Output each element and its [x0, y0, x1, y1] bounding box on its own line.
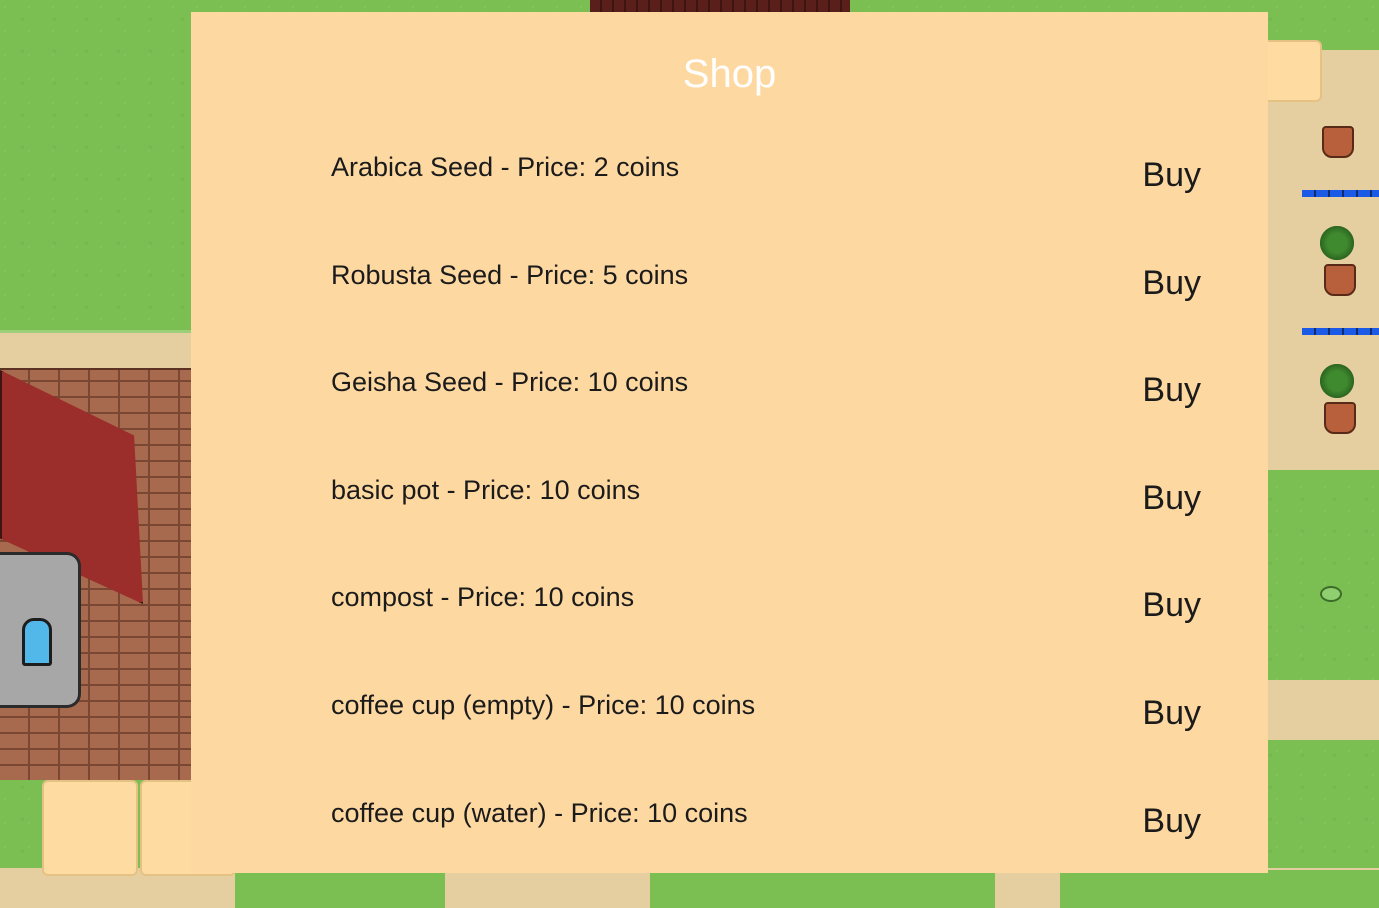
buy-button[interactable]: Buy: [1142, 802, 1201, 841]
pot-icon[interactable]: [1324, 264, 1356, 296]
shop-item-label: coffee cup (empty) - Price: 10 coins: [331, 689, 756, 720]
shop-item-label: Geisha Seed - Price: 10 coins: [331, 367, 689, 398]
buy-button[interactable]: Buy: [1142, 479, 1201, 518]
coffee-plant-icon[interactable]: [1320, 364, 1354, 398]
shop-item: Arabica Seed - Price: 2 coins Buy: [331, 130, 1201, 238]
shop-item: Geisha Seed - Price: 10 coins Buy: [331, 345, 1201, 453]
shop-item-label: Arabica Seed - Price: 2 coins: [331, 152, 680, 182]
buy-button[interactable]: Buy: [1142, 371, 1201, 410]
shop-item-label: basic pot - Price: 10 coins: [331, 474, 641, 505]
shop-item-list: Arabica Seed - Price: 2 coins Buy Robust…: [331, 130, 1201, 883]
fence: [1302, 328, 1379, 335]
fence: [1302, 190, 1379, 197]
shop-item-label: compost - Price: 10 coins: [331, 582, 635, 613]
coffee-plant-icon[interactable]: [1320, 226, 1354, 260]
shop-panel: Shop Arabica Seed - Price: 2 coins Buy R…: [191, 12, 1268, 873]
shop-item: coffee cup (empty) - Price: 10 coins Buy: [331, 668, 1201, 776]
shop-item: coffee cup (water) - Price: 10 coins Buy: [331, 776, 1201, 884]
pot-icon[interactable]: [1322, 126, 1354, 158]
shop-title: Shop: [682, 52, 777, 96]
buy-button[interactable]: Buy: [1142, 694, 1201, 733]
pot-icon[interactable]: [1324, 402, 1356, 434]
buy-button[interactable]: Buy: [1142, 586, 1201, 625]
crystal-icon: [22, 618, 52, 666]
dirt-path: [0, 330, 200, 373]
shop-item: compost - Price: 10 coins Buy: [331, 560, 1201, 668]
inventory-slot[interactable]: [42, 780, 138, 876]
buy-button[interactable]: Buy: [1142, 264, 1201, 303]
buy-button[interactable]: Buy: [1142, 156, 1201, 195]
shop-item: Robusta Seed - Price: 5 coins Buy: [331, 238, 1201, 346]
dirt-path: [1268, 680, 1379, 740]
seed-icon[interactable]: [1320, 586, 1342, 602]
shop-item-label: coffee cup (water) - Price: 10 coins: [331, 797, 748, 828]
shop-item-label: Robusta Seed - Price: 5 coins: [331, 259, 689, 290]
shop-item: basic pot - Price: 10 coins Buy: [331, 453, 1201, 561]
